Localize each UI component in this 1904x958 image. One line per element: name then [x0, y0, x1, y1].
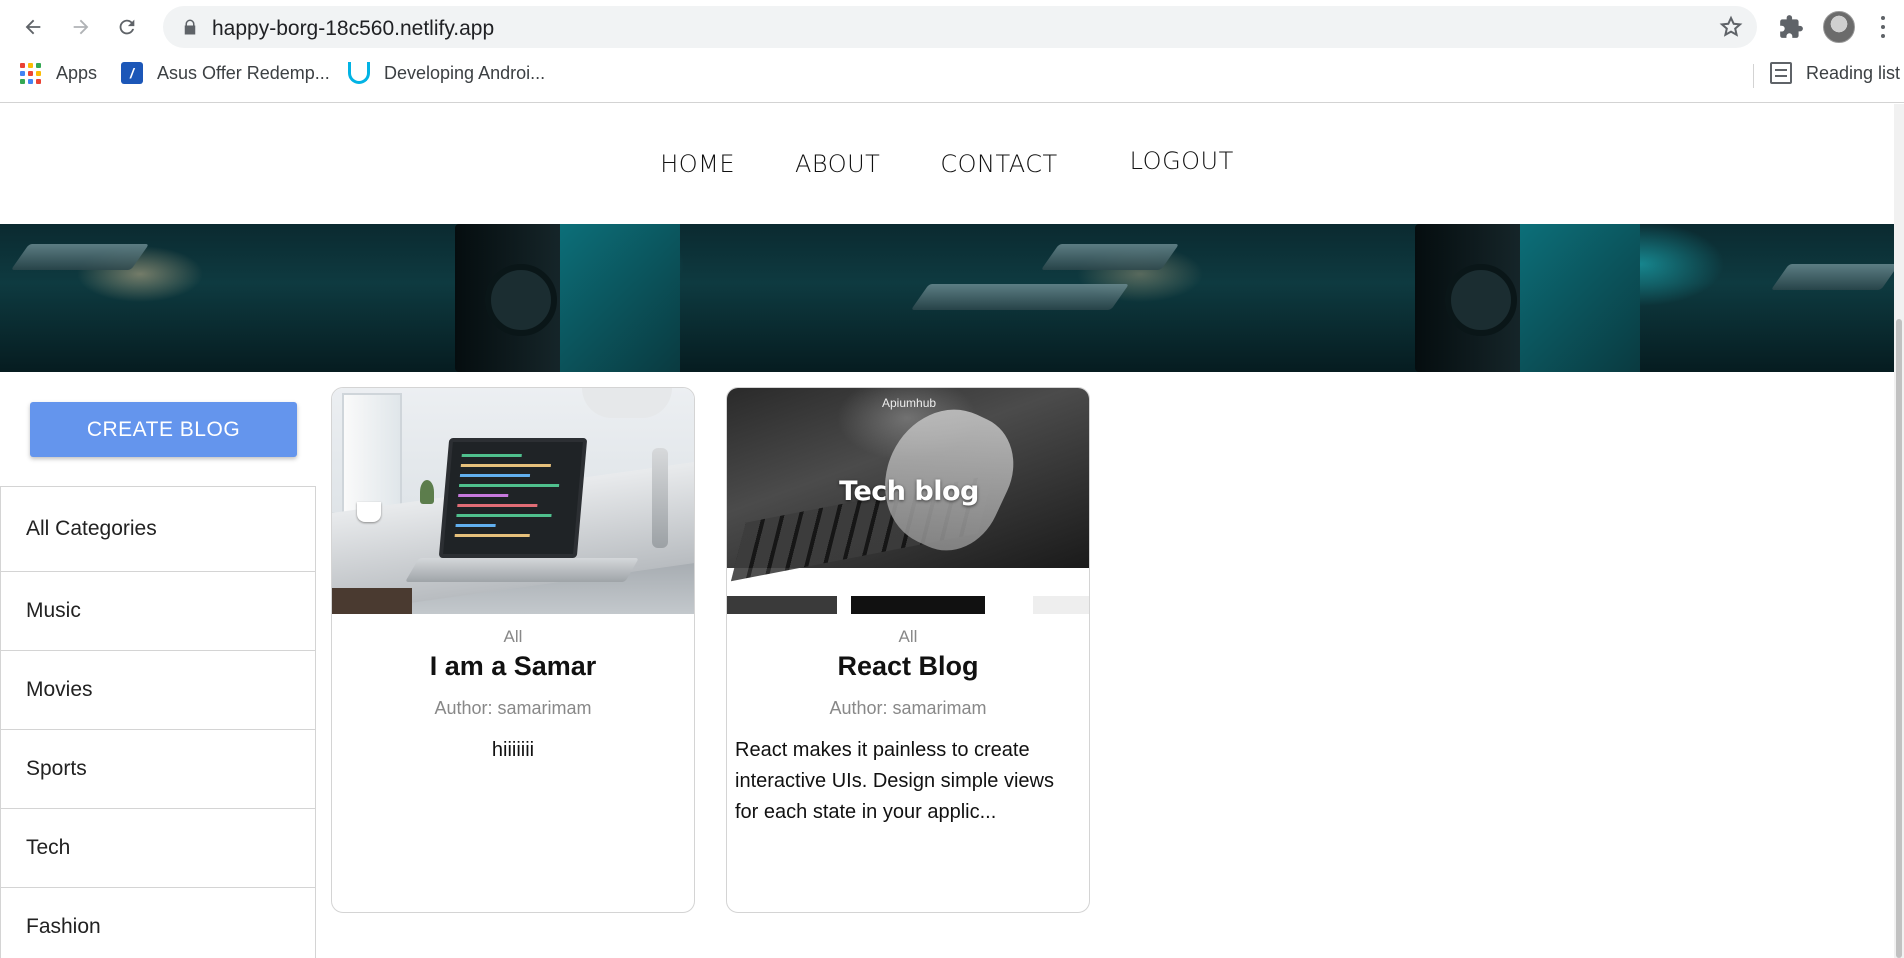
bookmark-star-icon[interactable]	[1719, 15, 1743, 39]
profile-avatar[interactable]	[1823, 11, 1855, 43]
forward-arrow-icon	[73, 19, 89, 35]
post-category: All	[898, 627, 918, 646]
top-nav: HOME ABOUT CONTACT LOGOUT	[0, 104, 1894, 224]
bookmark-asus[interactable]: / Asus Offer Redemp...	[121, 62, 330, 84]
image-brand-text: Apiumhub	[882, 396, 937, 410]
udacity-icon	[348, 62, 370, 84]
address-bar[interactable]: happy-borg-18c560.netlify.app	[163, 6, 1757, 48]
reload-button[interactable]	[112, 12, 142, 42]
bookmark-apps[interactable]: Apps	[20, 62, 97, 84]
nav-logout[interactable]: LOGOUT	[1130, 147, 1234, 175]
image-caption-text: Tech blog	[839, 476, 979, 507]
bookmark-label: Apps	[56, 62, 98, 83]
page-scrollbar[interactable]	[1894, 104, 1904, 958]
forward-button[interactable]	[66, 12, 96, 42]
bookmark-udacity[interactable]: Developing Androi...	[348, 62, 545, 84]
post-image	[332, 388, 694, 614]
url-text: happy-borg-18c560.netlify.app	[212, 17, 495, 40]
category-list: All Categories Music Movies Sports Tech …	[0, 486, 316, 958]
bookmarks-bar: Apps / Asus Offer Redemp... Developing A…	[0, 58, 1904, 90]
bookmark-label: Developing Androi...	[384, 62, 546, 83]
browser-chrome: happy-borg-18c560.netlify.app Apps / Asu…	[0, 0, 1904, 103]
category-music[interactable]: Music	[1, 572, 315, 651]
asus-icon: /	[121, 62, 143, 84]
category-tech[interactable]: Tech	[1, 809, 315, 888]
post-title: React Blog	[837, 651, 979, 681]
post-image: Apiumhub Tech blog	[727, 388, 1089, 614]
bookmark-label: Asus Offer Redemp...	[157, 62, 330, 83]
nav-contact[interactable]: CONTACT	[940, 150, 1057, 178]
reading-list-button[interactable]: Reading list	[1770, 62, 1900, 84]
nav-about[interactable]: ABOUT	[795, 150, 880, 178]
apps-grid-icon	[20, 62, 42, 84]
post-author: Author: samarimam	[434, 698, 592, 718]
reading-list-label: Reading list	[1806, 62, 1901, 83]
menu-kebab-icon[interactable]	[1880, 16, 1886, 38]
create-blog-button[interactable]: CREATE BLOG	[30, 402, 297, 457]
hero-banner-image	[0, 224, 1894, 372]
post-author: Author: samarimam	[829, 698, 987, 718]
nav-home[interactable]: HOME	[660, 150, 735, 178]
lock-icon	[184, 19, 196, 35]
post-description: hiiiiiii	[491, 739, 535, 761]
back-button[interactable]	[18, 12, 48, 42]
category-movies[interactable]: Movies	[1, 651, 315, 730]
post-title: I am a Samar	[429, 651, 597, 681]
reading-list-icon	[1770, 62, 1792, 84]
post-description: React makes it painless to create intera…	[735, 739, 1054, 823]
reload-icon	[119, 19, 135, 35]
toolbar: happy-borg-18c560.netlify.app	[0, 0, 1904, 54]
category-fashion[interactable]: Fashion	[1, 888, 315, 958]
category-all[interactable]: All Categories	[1, 487, 315, 572]
post-card[interactable]: All I am a Samar Author: samarimam hiiii…	[331, 387, 695, 913]
category-sports[interactable]: Sports	[1, 730, 315, 809]
page-content: HOME ABOUT CONTACT LOGOUT CREATE BLOG Al…	[0, 104, 1894, 958]
post-category: All	[503, 627, 523, 646]
extensions-puzzle-icon[interactable]	[1778, 14, 1804, 40]
scrollbar-thumb[interactable]	[1896, 319, 1902, 958]
bookmarks-divider	[1753, 64, 1754, 88]
post-card[interactable]: Apiumhub Tech blog All React Blog Author…	[726, 387, 1090, 913]
back-arrow-icon	[25, 19, 41, 35]
